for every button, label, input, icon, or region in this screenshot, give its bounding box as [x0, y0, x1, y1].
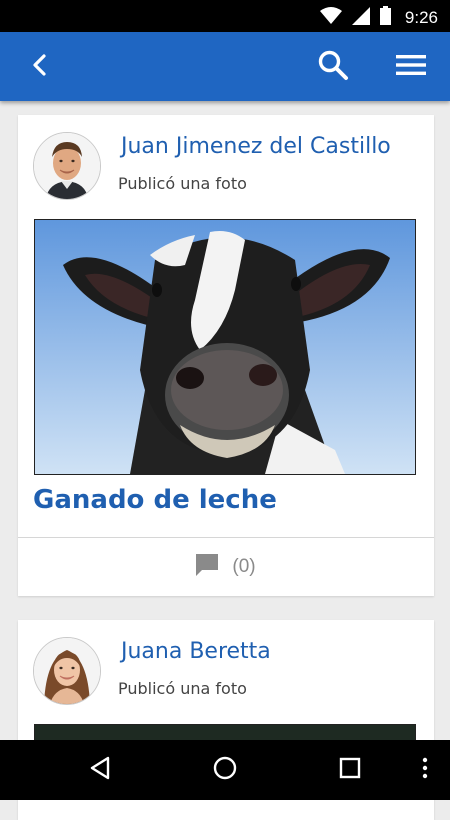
nav-home-button[interactable] — [201, 740, 249, 800]
signal-icon — [351, 6, 370, 29]
post-action-label: Publicó una foto — [118, 174, 247, 193]
post-action-label: Publicó una foto — [118, 679, 247, 698]
comments-button[interactable]: (0) — [18, 538, 434, 596]
nav-recents-button[interactable] — [326, 740, 374, 800]
nav-back-button[interactable] — [76, 740, 124, 800]
nav-more-button[interactable] — [410, 740, 440, 800]
menu-button[interactable] — [388, 32, 434, 101]
avatar[interactable] — [33, 132, 101, 200]
back-button[interactable] — [18, 32, 62, 101]
app-bar — [0, 32, 450, 101]
back-arrow-icon — [30, 53, 50, 80]
comment-icon — [196, 554, 220, 580]
search-icon — [317, 49, 349, 85]
clock: 9:26 — [404, 7, 438, 27]
post-author-link[interactable]: Juan Jimenez del Castillo — [121, 134, 391, 159]
post-author-link[interactable]: Juana Beretta — [121, 639, 271, 664]
back-triangle-icon — [89, 756, 111, 784]
avatar[interactable] — [33, 637, 101, 705]
hamburger-menu-icon — [395, 53, 427, 81]
search-button[interactable] — [310, 32, 356, 101]
wifi-icon — [319, 6, 342, 29]
post-card: Juan Jimenez del Castillo Publicó una fo… — [18, 115, 434, 596]
post-photo[interactable] — [34, 219, 416, 475]
battery-icon — [379, 6, 391, 29]
system-nav-bar — [0, 740, 450, 800]
recents-square-icon — [339, 757, 361, 783]
more-vert-icon — [422, 757, 428, 783]
home-circle-icon — [213, 756, 237, 784]
comment-count: (0) — [232, 556, 256, 577]
post-title-link[interactable]: Ganado de leche — [33, 485, 277, 515]
status-bar: 9:26 — [0, 0, 450, 32]
